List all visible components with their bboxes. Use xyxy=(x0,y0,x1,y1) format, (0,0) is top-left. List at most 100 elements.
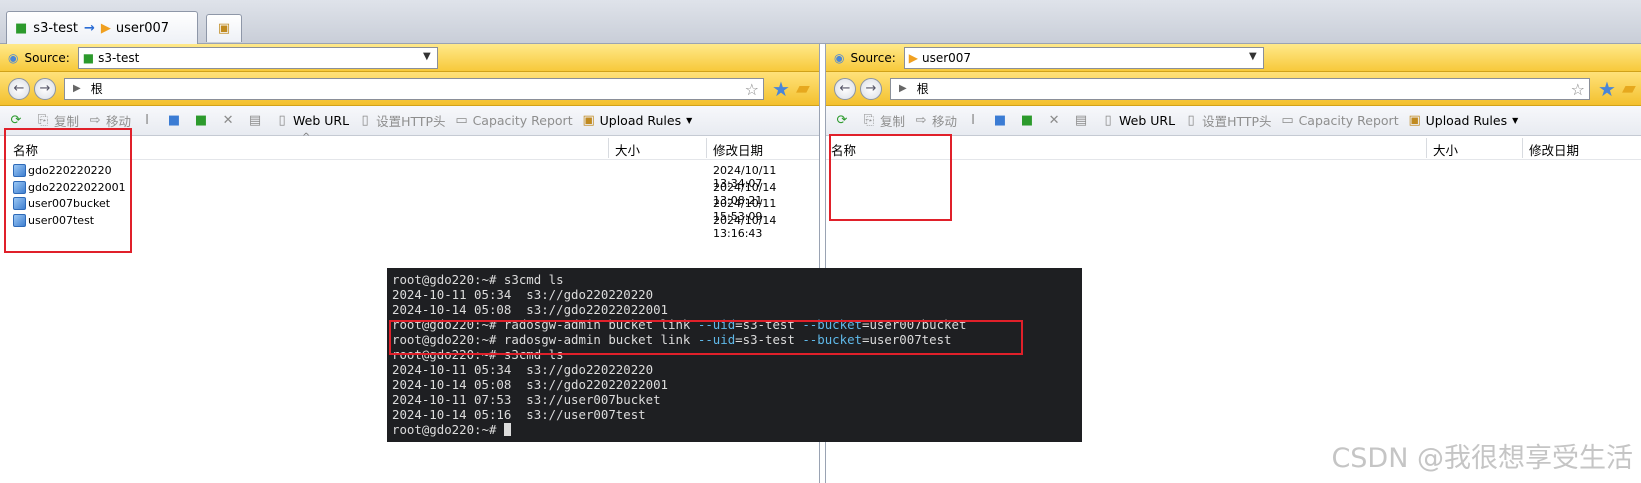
move-button[interactable]: ⇨ 移动 xyxy=(913,111,957,130)
http-headers-label: 设置HTTP头 xyxy=(1202,114,1272,129)
chevron-right-icon: ▶ xyxy=(899,83,907,94)
refresh-button[interactable]: ⟳ xyxy=(8,113,27,129)
folder-add-icon: ■ xyxy=(194,112,208,128)
column-modified[interactable]: 修改日期 xyxy=(713,140,763,159)
source-select[interactable]: ■ s3-test ▼ xyxy=(77,46,438,69)
http-headers-button[interactable]: ▯ 设置HTTP头 xyxy=(357,111,446,130)
open-folder-icon[interactable]: ▰ xyxy=(1622,78,1636,99)
capacity-report-label: Capacity Report xyxy=(472,113,573,128)
refresh-icon: ⟳ xyxy=(836,112,848,128)
copy-label: 复制 xyxy=(880,114,906,129)
source-select[interactable]: ▶ user007 ▼ xyxy=(903,46,1264,69)
bucket-icon: ■ xyxy=(993,112,1007,128)
column-size[interactable]: 大小 xyxy=(1433,140,1458,159)
new-bucket-button[interactable]: ■ xyxy=(992,113,1011,129)
new-tab-icon: ▣ xyxy=(217,21,231,36)
chevron-down-icon: ▼ xyxy=(423,50,431,62)
capacity-report-button[interactable]: ▭ Capacity Report xyxy=(1280,113,1398,129)
properties-button[interactable]: ▤ xyxy=(1073,113,1092,129)
dropdown-arrow-icon: ▼ xyxy=(686,116,693,125)
upload-rules-label: Upload Rules xyxy=(1425,113,1508,128)
back-button[interactable]: ← xyxy=(8,77,30,100)
delete-button[interactable]: ✕ xyxy=(220,113,239,129)
rename-button[interactable]: Ⅰ xyxy=(139,113,158,129)
new-bucket-button[interactable]: ■ xyxy=(166,113,185,129)
terminal-line: root@gdo220:~# s3cmd ls xyxy=(392,272,564,287)
favorites-icon[interactable]: ★ xyxy=(1598,77,1616,101)
web-url-label: Web URL xyxy=(1119,113,1176,128)
command-prompt: root@gdo220:~# xyxy=(392,422,504,437)
source-label: Source: xyxy=(24,50,70,65)
column-divider[interactable] xyxy=(706,138,707,158)
upload-rules-button[interactable]: ▣ Upload Rules ▼ xyxy=(1407,112,1519,129)
terminal-window[interactable]: root@gdo220:~# s3cmd ls 2024-10-11 05:34… xyxy=(387,268,1082,442)
watermark: CSDN @我很想享受生活 xyxy=(1331,443,1633,474)
source-label: Source: xyxy=(850,50,896,65)
column-divider[interactable] xyxy=(608,138,609,158)
rename-icon: Ⅰ xyxy=(971,112,975,128)
header-icon: ▯ xyxy=(1187,112,1195,128)
upload-rules-label: Upload Rules xyxy=(599,113,682,128)
http-headers-button[interactable]: ▯ 设置HTTP头 xyxy=(1183,111,1272,130)
bookmark-star-icon[interactable]: ☆ xyxy=(1571,80,1585,99)
address-bar: ← → ▶ 根 ☆ ★ ▰ xyxy=(0,72,819,106)
play-icon: ▶ xyxy=(100,20,111,36)
header-icon: ▯ xyxy=(361,112,369,128)
tab-source-label: s3-test xyxy=(33,20,78,36)
column-modified[interactable]: 修改日期 xyxy=(1529,140,1579,159)
rename-icon: Ⅰ xyxy=(145,112,149,128)
terminal-line: 2024-10-11 05:34 s3://gdo220220220 xyxy=(392,362,654,377)
open-folder-icon[interactable]: ▰ xyxy=(796,78,810,99)
copy-button[interactable]: ⎘ 复制 xyxy=(861,111,905,130)
path-value: 根 xyxy=(90,82,103,96)
new-tab-button[interactable]: ▣ xyxy=(206,14,242,42)
web-url-button[interactable]: ▯ Web URL xyxy=(1100,113,1175,129)
path-input[interactable]: ▶ 根 ☆ xyxy=(890,77,1590,100)
move-icon: ⇨ xyxy=(915,112,927,128)
highlight-box-right-list xyxy=(829,134,952,221)
column-divider[interactable] xyxy=(1522,138,1523,158)
properties-icon: ▤ xyxy=(248,112,262,128)
forward-button[interactable]: → xyxy=(34,77,56,100)
delete-button[interactable]: ✕ xyxy=(1046,113,1065,129)
bookmark-star-icon[interactable]: ☆ xyxy=(745,80,759,99)
source-value: s3-test xyxy=(98,50,140,65)
new-folder-button[interactable]: ■ xyxy=(193,113,212,129)
terminal-line: 2024-10-14 05:08 s3://gdo22022022001 xyxy=(392,377,669,392)
dropdown-arrow-icon: ▼ xyxy=(1512,116,1519,125)
source-bar: ◉ Source: ■ s3-test ▼ xyxy=(0,44,819,72)
rules-icon: ▣ xyxy=(582,112,595,128)
terminal-cursor xyxy=(503,423,511,436)
new-folder-button[interactable]: ■ xyxy=(1019,113,1038,129)
document-icon: ▯ xyxy=(1104,112,1112,128)
forward-button[interactable]: → xyxy=(860,77,882,100)
tab-s3-test-to-user007[interactable]: ■ s3-test → ▶ user007 xyxy=(6,11,198,44)
properties-button[interactable]: ▤ xyxy=(247,113,266,129)
move-label: 移动 xyxy=(932,114,958,129)
upload-rules-button[interactable]: ▣ Upload Rules ▼ xyxy=(581,112,693,129)
folder-add-icon: ■ xyxy=(1020,112,1034,128)
back-button[interactable]: ← xyxy=(834,77,856,100)
delete-icon: ✕ xyxy=(222,112,234,128)
highlight-box-left-list xyxy=(4,128,132,253)
rename-button[interactable]: Ⅰ xyxy=(965,113,984,129)
terminal-line: 2024-10-11 07:53 s3://user007bucket xyxy=(392,392,661,407)
terminal-prompt-line: root@gdo220:~# xyxy=(392,422,1082,437)
capacity-report-button[interactable]: ▭ Capacity Report xyxy=(454,113,573,129)
chevron-down-icon: ▼ xyxy=(1249,50,1257,62)
column-divider[interactable] xyxy=(1426,138,1427,158)
chevron-right-icon: ▶ xyxy=(73,83,81,94)
refresh-button[interactable]: ⟳ xyxy=(834,113,853,129)
properties-icon: ▤ xyxy=(1074,112,1088,128)
rules-icon: ▣ xyxy=(1408,112,1421,128)
tab-target-label: user007 xyxy=(115,20,170,36)
terminal-line: 2024-10-11 05:34 s3://gdo220220220 xyxy=(392,287,654,302)
http-headers-label: 设置HTTP头 xyxy=(376,114,446,129)
terminal-line: 2024-10-14 05:16 s3://user007test xyxy=(392,407,646,422)
highlight-box-link-commands xyxy=(389,320,1023,355)
path-input[interactable]: ▶ 根 ☆ xyxy=(64,77,764,100)
copy-icon: ⎘ xyxy=(863,112,875,128)
column-size[interactable]: 大小 xyxy=(615,140,640,159)
web-url-button[interactable]: ▯ Web URL xyxy=(274,113,349,129)
favorites-icon[interactable]: ★ xyxy=(772,77,790,101)
